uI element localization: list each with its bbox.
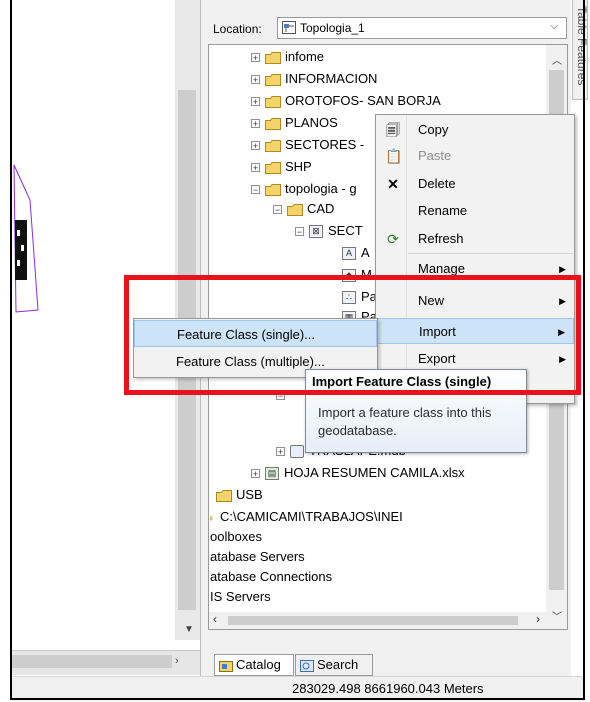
screenshot-frame [10,0,585,700]
